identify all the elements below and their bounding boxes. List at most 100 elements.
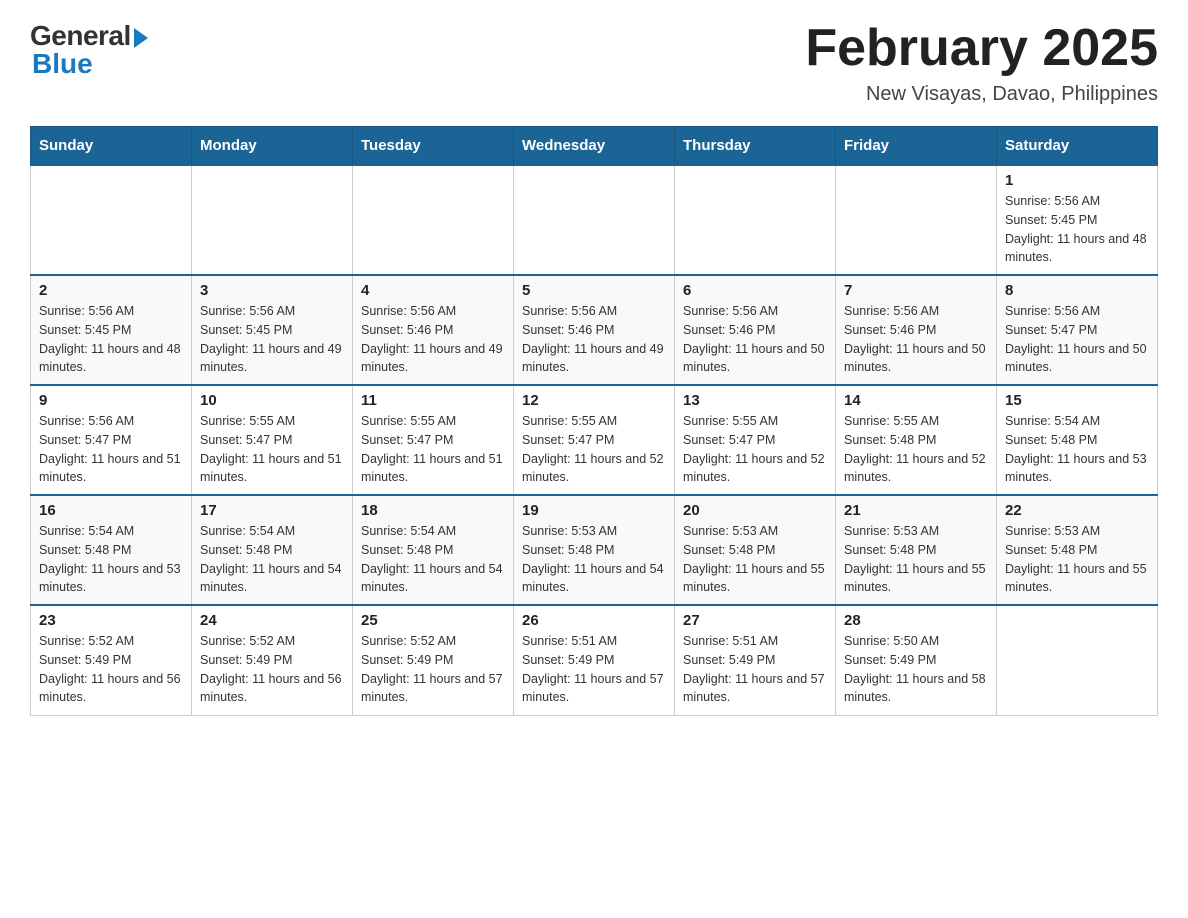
day-info: Sunrise: 5:56 AMSunset: 5:45 PMDaylight:… <box>200 302 344 377</box>
page-header: General Blue February 2025 New Visayas, … <box>30 20 1158 106</box>
calendar-cell: 28 Sunrise: 5:50 AMSunset: 5:49 PMDayligh… <box>836 605 997 715</box>
weekday-header-wednesday: Wednesday <box>514 127 675 166</box>
calendar-cell <box>31 165 192 275</box>
calendar-cell: 22Sunrise: 5:53 AMSunset: 5:48 PMDayligh… <box>997 495 1158 605</box>
week-row-5: 23 Sunrise: 5:52 AMSunset: 5:49 PMDayligh… <box>31 605 1158 715</box>
title-section: February 2025 New Visayas, Davao, Philip… <box>805 20 1158 106</box>
day-number: 10 <box>200 392 344 409</box>
logo: General Blue <box>30 20 148 80</box>
weekday-header-thursday: Thursday <box>675 127 836 166</box>
day-number: 7 <box>844 282 988 299</box>
day-info: Sunrise: 5:54 AMSunset: 5:48 PMDaylight:… <box>1005 412 1149 487</box>
weekday-header-friday: Friday <box>836 127 997 166</box>
day-info: Sunrise: 5:55 AMSunset: 5:47 PMDaylight:… <box>683 412 827 487</box>
calendar-subtitle: New Visayas, Davao, Philippines <box>805 83 1158 106</box>
calendar-cell: 12 Sunrise: 5:55 AMSunset: 5:47 PMDayligh… <box>514 385 675 495</box>
weekday-header-sunday: Sunday <box>31 127 192 166</box>
day-number: 11 <box>361 392 505 409</box>
day-number: 16 <box>39 502 183 519</box>
calendar-cell: 3 Sunrise: 5:56 AMSunset: 5:45 PMDaylight… <box>192 275 353 385</box>
day-info: Sunrise: 5:55 AMSunset: 5:47 PMDaylight:… <box>522 412 666 487</box>
day-number: 8 <box>1005 282 1149 299</box>
day-number: 1 <box>1005 172 1149 189</box>
day-number: 28 <box>844 612 988 629</box>
week-row-4: 16 Sunrise: 5:54 AMSunset: 5:48 PMDayligh… <box>31 495 1158 605</box>
day-info: Sunrise: 5:56 AMSunset: 5:47 PMDaylight:… <box>1005 302 1149 377</box>
day-number: 13 <box>683 392 827 409</box>
day-number: 12 <box>522 392 666 409</box>
day-info: Sunrise: 5:56 AMSunset: 5:46 PMDaylight:… <box>844 302 988 377</box>
day-info: Sunrise: 5:54 AMSunset: 5:48 PMDaylight:… <box>200 522 344 597</box>
calendar-cell: 7 Sunrise: 5:56 AMSunset: 5:46 PMDaylight… <box>836 275 997 385</box>
day-info: Sunrise: 5:56 AMSunset: 5:45 PMDaylight:… <box>39 302 183 377</box>
day-number: 21 <box>844 502 988 519</box>
day-number: 24 <box>200 612 344 629</box>
day-info: Sunrise: 5:55 AMSunset: 5:47 PMDaylight:… <box>361 412 505 487</box>
calendar-cell: 16 Sunrise: 5:54 AMSunset: 5:48 PMDayligh… <box>31 495 192 605</box>
logo-arrow-icon <box>134 28 148 48</box>
day-number: 26 <box>522 612 666 629</box>
calendar-cell: 23 Sunrise: 5:52 AMSunset: 5:49 PMDayligh… <box>31 605 192 715</box>
calendar-cell: 14Sunrise: 5:55 AMSunset: 5:48 PMDayligh… <box>836 385 997 495</box>
calendar-cell: 26 Sunrise: 5:51 AMSunset: 5:49 PMDayligh… <box>514 605 675 715</box>
day-number: 5 <box>522 282 666 299</box>
day-number: 20 <box>683 502 827 519</box>
calendar-cell <box>353 165 514 275</box>
calendar-cell: 18Sunrise: 5:54 AMSunset: 5:48 PMDayligh… <box>353 495 514 605</box>
calendar-cell: 25 Sunrise: 5:52 AMSunset: 5:49 PMDayligh… <box>353 605 514 715</box>
calendar-cell <box>514 165 675 275</box>
day-info: Sunrise: 5:53 AMSunset: 5:48 PMDaylight:… <box>844 522 988 597</box>
calendar-cell: 24 Sunrise: 5:52 AMSunset: 5:49 PMDayligh… <box>192 605 353 715</box>
weekday-header-tuesday: Tuesday <box>353 127 514 166</box>
calendar-cell: 2 Sunrise: 5:56 AMSunset: 5:45 PMDaylight… <box>31 275 192 385</box>
calendar-cell: 11 Sunrise: 5:55 AMSunset: 5:47 PMDayligh… <box>353 385 514 495</box>
day-info: Sunrise: 5:54 AMSunset: 5:48 PMDaylight:… <box>39 522 183 597</box>
day-info: Sunrise: 5:52 AMSunset: 5:49 PMDaylight:… <box>39 632 183 707</box>
day-number: 2 <box>39 282 183 299</box>
day-number: 4 <box>361 282 505 299</box>
day-number: 9 <box>39 392 183 409</box>
day-number: 23 <box>39 612 183 629</box>
calendar-cell <box>192 165 353 275</box>
weekday-header-saturday: Saturday <box>997 127 1158 166</box>
calendar-cell: 8 Sunrise: 5:56 AMSunset: 5:47 PMDaylight… <box>997 275 1158 385</box>
calendar-cell: 17Sunrise: 5:54 AMSunset: 5:48 PMDayligh… <box>192 495 353 605</box>
day-info: Sunrise: 5:56 AMSunset: 5:46 PMDaylight:… <box>361 302 505 377</box>
day-info: Sunrise: 5:51 AMSunset: 5:49 PMDaylight:… <box>683 632 827 707</box>
day-number: 19 <box>522 502 666 519</box>
day-info: Sunrise: 5:53 AMSunset: 5:48 PMDaylight:… <box>522 522 666 597</box>
day-info: Sunrise: 5:53 AMSunset: 5:48 PMDaylight:… <box>1005 522 1149 597</box>
day-info: Sunrise: 5:56 AMSunset: 5:45 PMDaylight:… <box>1005 192 1149 267</box>
week-row-1: 1 Sunrise: 5:56 AMSunset: 5:45 PMDaylight… <box>31 165 1158 275</box>
weekday-header-monday: Monday <box>192 127 353 166</box>
day-info: Sunrise: 5:52 AMSunset: 5:49 PMDaylight:… <box>361 632 505 707</box>
calendar-cell: 21 Sunrise: 5:53 AMSunset: 5:48 PMDayligh… <box>836 495 997 605</box>
calendar-cell: 10 Sunrise: 5:55 AMSunset: 5:47 PMDayligh… <box>192 385 353 495</box>
calendar-cell: 9 Sunrise: 5:56 AMSunset: 5:47 PMDaylight… <box>31 385 192 495</box>
day-number: 3 <box>200 282 344 299</box>
calendar-cell <box>675 165 836 275</box>
day-info: Sunrise: 5:55 AMSunset: 5:48 PMDaylight:… <box>844 412 988 487</box>
calendar-cell: 5Sunrise: 5:56 AMSunset: 5:46 PMDaylight… <box>514 275 675 385</box>
day-number: 18 <box>361 502 505 519</box>
week-row-2: 2 Sunrise: 5:56 AMSunset: 5:45 PMDaylight… <box>31 275 1158 385</box>
calendar-cell: 1 Sunrise: 5:56 AMSunset: 5:45 PMDaylight… <box>997 165 1158 275</box>
weekday-header-row: SundayMondayTuesdayWednesdayThursdayFrid… <box>31 127 1158 166</box>
day-info: Sunrise: 5:55 AMSunset: 5:47 PMDaylight:… <box>200 412 344 487</box>
calendar-cell: 20 Sunrise: 5:53 AMSunset: 5:48 PMDayligh… <box>675 495 836 605</box>
week-row-3: 9 Sunrise: 5:56 AMSunset: 5:47 PMDaylight… <box>31 385 1158 495</box>
day-info: Sunrise: 5:52 AMSunset: 5:49 PMDaylight:… <box>200 632 344 707</box>
day-info: Sunrise: 5:56 AMSunset: 5:47 PMDaylight:… <box>39 412 183 487</box>
calendar-cell: 6Sunrise: 5:56 AMSunset: 5:46 PMDaylight… <box>675 275 836 385</box>
logo-blue-text: Blue <box>32 48 93 80</box>
day-number: 25 <box>361 612 505 629</box>
calendar-title: February 2025 <box>805 20 1158 77</box>
day-number: 6 <box>683 282 827 299</box>
day-info: Sunrise: 5:51 AMSunset: 5:49 PMDaylight:… <box>522 632 666 707</box>
calendar-cell: 19 Sunrise: 5:53 AMSunset: 5:48 PMDayligh… <box>514 495 675 605</box>
day-number: 15 <box>1005 392 1149 409</box>
day-info: Sunrise: 5:53 AMSunset: 5:48 PMDaylight:… <box>683 522 827 597</box>
calendar-cell <box>836 165 997 275</box>
day-number: 27 <box>683 612 827 629</box>
day-info: Sunrise: 5:50 AMSunset: 5:49 PMDaylight:… <box>844 632 988 707</box>
